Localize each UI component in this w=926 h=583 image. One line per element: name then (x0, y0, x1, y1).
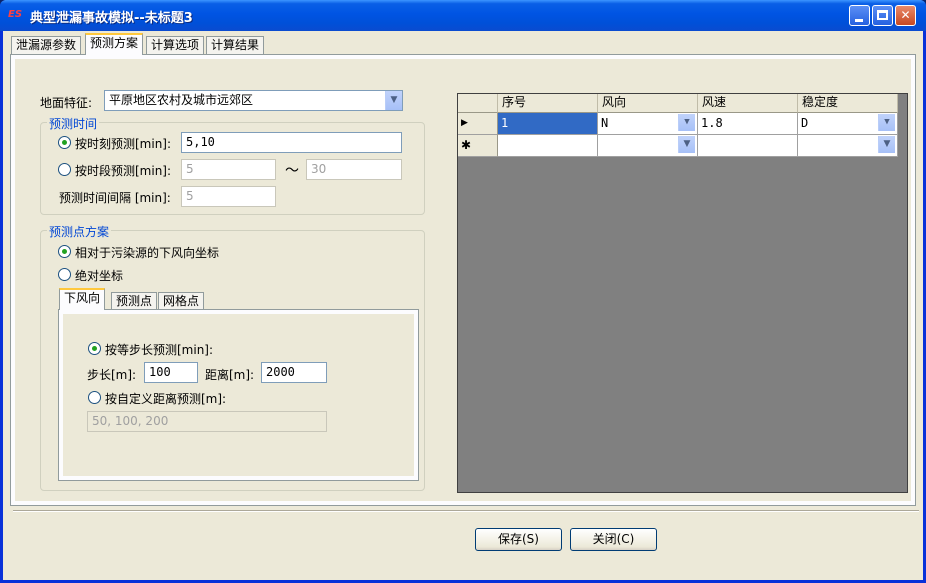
terrain-value: 平原地区农村及城市远郊区 (109, 93, 254, 107)
maximize-icon (877, 10, 888, 20)
row-selector[interactable]: ▶ (458, 113, 498, 135)
tab-calc-options[interactable]: 计算选项 (146, 36, 205, 55)
weather-grid: 序号 风向 风速 稳定度 ▶ 1 N ▼ 1.8 D ▼ ✱ ▼ ▼ (457, 93, 908, 493)
terrain-select[interactable]: 平原地区农村及城市远郊区 ▼ (104, 90, 403, 111)
custom-distance-radio[interactable] (88, 391, 101, 404)
by-moment-radio[interactable] (58, 136, 71, 149)
column-header[interactable]: 风速 (698, 94, 798, 113)
main-window: ES 典型泄漏事故模拟--未标题3 ✕ 泄漏源参数 预测方案 计算选项 计算结果… (0, 0, 926, 583)
relative-coord-label: 相对于污染源的下风向坐标 (75, 246, 220, 260)
chevron-down-icon[interactable]: ▼ (678, 114, 695, 131)
absolute-coord-label: 绝对坐标 (75, 269, 124, 283)
terrain-label: 地面特征: (40, 96, 93, 110)
equal-step-radio[interactable] (88, 342, 101, 355)
interval-input[interactable]: 5 (181, 186, 276, 207)
chevron-down-icon[interactable]: ▼ (878, 136, 895, 153)
interval-label: 预测时间间隔 [min]: (59, 191, 171, 205)
close-icon: ✕ (900, 8, 911, 22)
by-moment-input[interactable]: 5,10 (181, 132, 402, 153)
cell-speed[interactable] (698, 135, 798, 157)
chevron-down-icon[interactable]: ▼ (878, 114, 895, 131)
custom-distance-input[interactable]: 50, 100, 200 (87, 411, 327, 432)
app-icon: ES (8, 9, 23, 20)
new-row-icon[interactable]: ✱ (458, 135, 498, 157)
close-window-button[interactable]: ✕ (895, 5, 916, 26)
cell-wind-dir[interactable]: ▼ (598, 135, 698, 157)
tab-calc-results[interactable]: 计算结果 (206, 36, 265, 55)
distance-label: 距离[m]: (205, 368, 255, 382)
minimize-button[interactable] (849, 5, 870, 26)
cell-seq[interactable] (498, 135, 598, 157)
period-tilde: ～ (285, 163, 299, 179)
tab-prediction-plan[interactable]: 预测方案 (85, 33, 144, 55)
period-from-input[interactable]: 5 (181, 159, 276, 180)
cell-stability-value: D (801, 116, 809, 130)
column-header[interactable]: 风向 (598, 94, 698, 113)
window-title: 典型泄漏事故模拟--未标题3 (30, 11, 193, 26)
by-period-radio[interactable] (58, 163, 71, 176)
title-bar: ES 典型泄漏事故模拟--未标题3 ✕ (0, 0, 926, 31)
prediction-time-title: 预测时间 (47, 115, 100, 132)
prediction-point-title: 预测点方案 (47, 223, 112, 240)
chevron-down-icon[interactable]: ▼ (678, 136, 695, 153)
footer-separator (13, 510, 919, 512)
column-header[interactable]: 稳定度 (798, 94, 898, 113)
tab-source-params[interactable]: 泄漏源参数 (11, 36, 82, 55)
step-input[interactable]: 100 (144, 362, 198, 383)
maximize-button[interactable] (872, 5, 893, 26)
cell-seq[interactable]: 1 (498, 113, 598, 135)
by-moment-label: 按时刻预测[min]: (75, 137, 172, 151)
minimize-icon (855, 19, 863, 22)
cell-wind-dir-value: N (601, 116, 609, 130)
by-period-label: 按时段预测[min]: (75, 164, 172, 178)
step-label: 步长[m]: (87, 368, 137, 382)
cell-stability[interactable]: D ▼ (798, 113, 898, 135)
column-header[interactable]: 序号 (498, 94, 598, 113)
close-button[interactable]: 关闭(C) (570, 528, 657, 551)
tab-downwind[interactable]: 下风向 (59, 288, 106, 310)
chevron-down-icon: ▼ (385, 91, 402, 110)
save-button[interactable]: 保存(S) (475, 528, 562, 551)
cell-speed[interactable]: 1.8 (698, 113, 798, 135)
custom-distance-label: 按自定义距离预测[m]: (105, 392, 227, 406)
header-corner (458, 94, 498, 113)
distance-input[interactable]: 2000 (261, 362, 327, 383)
equal-step-label: 按等步长预测[min]: (105, 343, 214, 357)
cell-wind-dir[interactable]: N ▼ (598, 113, 698, 135)
period-to-input[interactable]: 30 (306, 159, 402, 180)
absolute-coord-radio[interactable] (58, 268, 71, 281)
relative-coord-radio[interactable] (58, 245, 71, 258)
cell-stability[interactable]: ▼ (798, 135, 898, 157)
